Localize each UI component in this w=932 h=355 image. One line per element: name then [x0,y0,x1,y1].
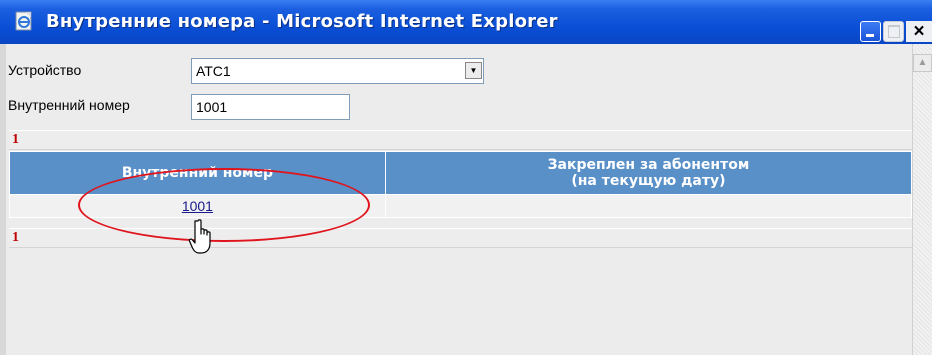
result-count-bar-top: 1 [9,130,912,150]
minimize-button[interactable] [860,21,881,42]
extension-input[interactable]: 1001 [191,94,350,120]
column-header-subscriber[interactable]: Закреплен за абонентом (на текущую дату) [384,151,913,195]
device-select[interactable]: АТС1 ▼ [191,58,484,84]
scroll-up-icon[interactable]: ▲ [913,54,932,72]
device-select-value: АТС1 [196,63,231,79]
window-left-edge [0,44,6,355]
close-button[interactable]: × [906,21,932,42]
maximize-button[interactable] [883,21,904,42]
extension-input-value: 1001 [196,99,228,115]
hand-cursor-icon [188,219,211,254]
chevron-down-icon[interactable]: ▼ [465,62,482,79]
extension-label: Внутренний номер [8,97,130,113]
result-count-bottom: 1 [12,230,19,245]
highlight-ellipse [78,168,370,242]
device-label: Устройство [8,62,82,78]
result-count-top: 1 [12,132,19,147]
ie-page-icon [15,11,32,31]
cell-subscriber [384,194,913,218]
vertical-scrollbar[interactable]: ▲ [912,44,932,355]
title-bar[interactable]: Внутренние номера - Microsoft Internet E… [0,0,932,44]
window-title: Внутренние номера - Microsoft Internet E… [46,11,558,32]
